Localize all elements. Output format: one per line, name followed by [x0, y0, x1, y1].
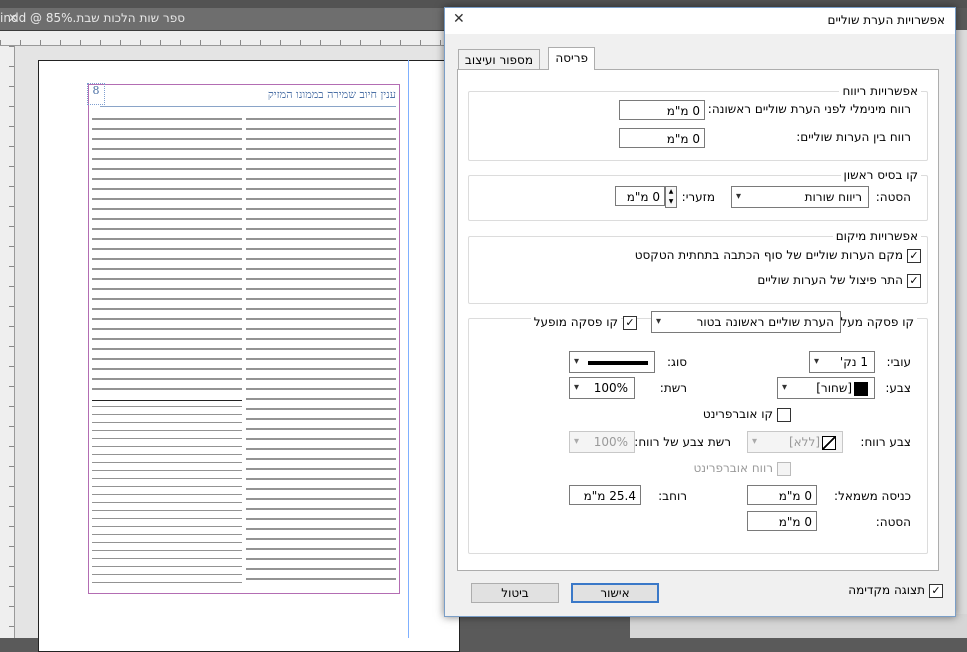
first-baseline-group: קו בסיס ראשון הסטה: ריווח שורות ▾ מזערי:… — [468, 168, 928, 221]
chevron-down-icon: ▾ — [574, 436, 580, 447]
baseline-min-input[interactable]: 0 מ"מ — [615, 186, 665, 206]
min-space-before-label: רווח מינימלי לפני הערת שוליים ראשונה: — [707, 102, 911, 116]
baseline-offset-value: ריווח שורות — [804, 190, 862, 204]
allow-split-checkbox[interactable]: ✓ — [907, 274, 921, 288]
width-label: רוחב: — [658, 489, 687, 503]
black-color-swatch — [854, 382, 868, 396]
tint-label: רשת: — [659, 381, 687, 395]
spacing-options-group: אפשרויות ריווח רווח מינימלי לפני הערת שו… — [468, 84, 928, 161]
baseline-offset-select[interactable]: ריווח שורות ▾ — [731, 186, 869, 208]
overprint-stroke-label: קו אוברפרינט — [702, 407, 773, 421]
chevron-down-icon: ▾ — [574, 382, 580, 393]
rule-above-group: קו פסקה מעל: הערת שוליים ראשונה בטור ▾ ✓… — [468, 311, 928, 554]
weight-label: עובי: — [886, 355, 911, 369]
gap-tint-value: 100% — [593, 435, 628, 449]
rule-offset-input[interactable]: 0 מ"מ — [747, 511, 817, 531]
tab-layout[interactable]: פריסה — [548, 47, 595, 70]
document-tab-label: ספר שות הלכות שבת.indd @ 85% — [0, 11, 185, 25]
gap-color-value: [ללא] — [788, 435, 820, 449]
overprint-gap-label: רווח אוברפרינט — [693, 461, 773, 475]
preview-label: תצוגה מקדימה — [848, 583, 925, 597]
dialog-title-bar[interactable]: אפשרויות הערת שוליים ✕ — [445, 8, 955, 34]
color-label: צבע: — [885, 381, 911, 395]
preview-checkbox[interactable]: ✓ — [929, 584, 943, 598]
chevron-down-icon: ▾ — [814, 356, 820, 367]
footnote-text-block[interactable] — [92, 406, 242, 586]
min-space-before-input[interactable]: 0 מ"מ — [619, 100, 705, 120]
type-label: סוג: — [666, 355, 687, 369]
end-of-story-label: מקם הערות שוליים של סוף הכתבה בתחתית הטק… — [634, 248, 903, 262]
space-between-label: רווח בין הערות שוליים: — [796, 130, 911, 144]
rule-offset-label: הסטה: — [875, 515, 911, 529]
rule-on-checkbox[interactable]: ✓ — [623, 316, 637, 330]
baseline-min-stepper[interactable]: ▲ ▼ — [665, 186, 677, 208]
left-indent-input[interactable]: 0 מ"מ — [747, 485, 817, 505]
overprint-gap-checkbox[interactable] — [777, 462, 791, 476]
space-between-input[interactable]: 0 מ"מ — [619, 128, 705, 148]
vertical-ruler[interactable] — [0, 46, 15, 638]
gap-color-label: צבע רווח: — [860, 435, 911, 449]
tint-value: 100% — [593, 381, 628, 395]
weight-value: 1 נק' — [839, 355, 868, 369]
rule-above-label: קו פסקה מעל: — [833, 315, 917, 329]
close-icon[interactable]: ✕ — [453, 11, 465, 27]
dialog-title: אפשרויות הערת שוליים — [827, 13, 945, 27]
cancel-button[interactable]: ביטול — [471, 583, 559, 603]
placement-options-group: אפשרויות מיקום ✓ מקם הערות שוליים של סוף… — [468, 229, 928, 304]
baseline-offset-label: הסטה: — [875, 190, 911, 204]
horizontal-ruler[interactable] — [0, 31, 445, 46]
color-value: [שחור] — [816, 381, 852, 395]
chevron-down-icon: ▾ — [656, 316, 662, 327]
chevron-down-icon: ▾ — [752, 436, 758, 447]
weight-select[interactable]: 1 נק' ▾ — [809, 351, 875, 373]
background-panel-strip — [630, 614, 967, 638]
allow-split-label: התר פיצול של הערות שוליים — [757, 273, 903, 287]
running-head: ענין חיוב שמירה בממונו המזיק — [100, 88, 396, 107]
ok-button[interactable]: אישור — [571, 583, 659, 603]
overprint-stroke-checkbox[interactable] — [777, 408, 791, 422]
chevron-down-icon: ▾ — [782, 382, 788, 393]
gap-tint-label: רשת צבע של רווח: — [634, 435, 731, 449]
gap-color-select[interactable]: [ללא] ▾ — [747, 431, 843, 453]
spacing-options-legend: אפשרויות ריווח — [839, 84, 921, 98]
text-column-right[interactable] — [246, 118, 396, 588]
stroke-type-select[interactable]: ▾ — [569, 351, 655, 373]
footnote-separator-rule — [92, 400, 242, 401]
document-tab[interactable]: ✕ ספר שות הלכות שבת.indd @ 85% — [0, 8, 450, 31]
color-select[interactable]: [שחור] ▾ — [777, 377, 875, 399]
rule-above-select[interactable]: הערת שוליים ראשונה בטור ▾ — [651, 311, 841, 333]
placement-options-legend: אפשרויות מיקום — [832, 229, 921, 243]
gap-tint-select[interactable]: 100% ▾ — [569, 431, 635, 453]
rule-above-value: הערת שוליים ראשונה בטור — [696, 315, 834, 329]
chevron-down-icon: ▾ — [574, 356, 580, 367]
solid-stroke-swatch — [588, 361, 648, 365]
none-color-swatch — [822, 436, 836, 450]
left-indent-label: כניסה משמאל: — [834, 489, 911, 503]
first-baseline-legend: קו בסיס ראשון — [840, 168, 921, 182]
rule-on-label: קו פסקה מופעל — [530, 315, 621, 329]
tab-numbering-formatting[interactable]: מספור ועיצוב — [457, 49, 540, 70]
chevron-down-icon: ▾ — [736, 191, 742, 202]
end-of-story-checkbox[interactable]: ✓ — [907, 249, 921, 263]
background-panel-edge — [955, 30, 967, 638]
baseline-min-label: מזערי: — [681, 190, 715, 204]
width-input[interactable]: 25.4 מ"מ — [569, 485, 641, 505]
text-column-left[interactable] — [92, 118, 242, 398]
footnote-options-dialog: אפשרויות הערת שוליים ✕ פריסה מספור ועיצו… — [444, 7, 956, 617]
vertical-guide[interactable] — [408, 60, 409, 638]
tint-select[interactable]: 100% ▾ — [569, 377, 635, 399]
tab-panel-layout: אפשרויות ריווח רווח מינימלי לפני הערת שו… — [457, 69, 939, 571]
